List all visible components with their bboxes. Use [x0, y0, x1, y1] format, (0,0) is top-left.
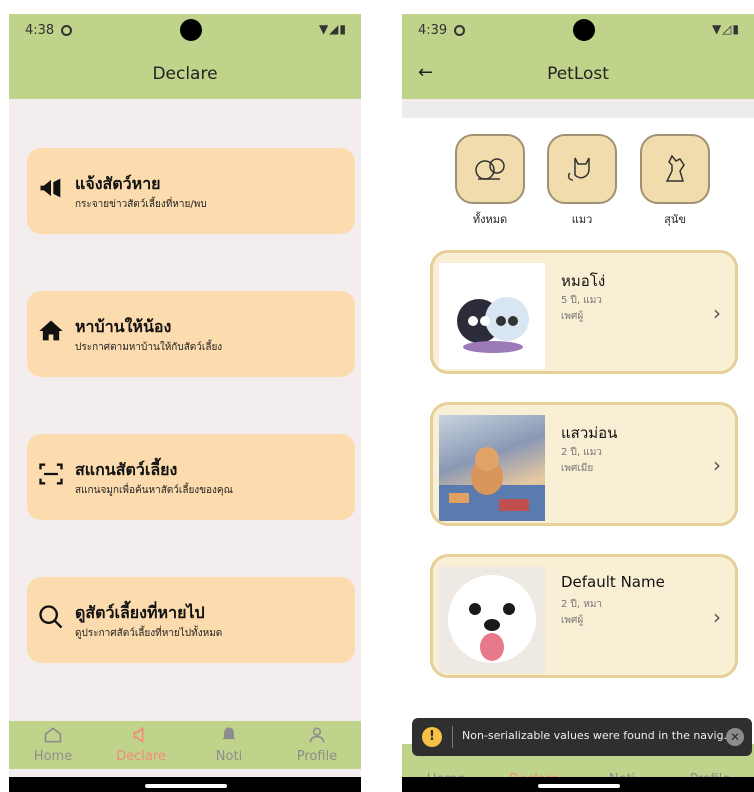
pet-age-type: 2 ปี, หมา [561, 599, 603, 610]
find-home-card[interactable]: หาบ้านให้น้อง ประกาศตามหาบ้านให้กับสัตว์… [27, 291, 355, 377]
menu-title: สแกนสัตว์เลี้ยง [75, 460, 178, 479]
pet-photo [439, 263, 545, 369]
scan-icon [39, 463, 63, 485]
filter-dog[interactable]: สุนัข [640, 134, 710, 228]
nav-declare[interactable]: Declare [97, 721, 185, 769]
nav-label: Noti [215, 749, 243, 764]
filter-button[interactable] [547, 134, 617, 204]
pet-name: หมอโง่ [561, 272, 606, 290]
menu-subtitle: กระจายข่าวสัตว์เลี้ยงที่หาย/พบ [75, 199, 207, 210]
status-time: 4:39 [418, 23, 448, 38]
pet-meta: 5 ปี, แมว เพศผู้ [561, 293, 602, 325]
chevron-right-icon: › [713, 453, 721, 477]
home-outline-icon [44, 727, 62, 743]
scan-pet-card[interactable]: สแกนสัตว์เลี้ยง สแกนจมูกเพื่อค้นหาสัตว์เ… [27, 434, 355, 520]
all-pets-icon [475, 158, 505, 180]
pet-sex: เพศเมีย [561, 463, 594, 474]
filter-label: สุนัข [664, 213, 686, 226]
pet-age-type: 2 ปี, แมว [561, 447, 602, 458]
nav-label: Home [33, 749, 73, 764]
page-title: PetLost [547, 64, 609, 84]
menu-title: หาบ้านให้น้อง [75, 317, 172, 336]
petlost-screen: 4:39 ▼◿▮ ← PetLost ทั้งหมด แมว สุนัข หมอ… [402, 14, 754, 792]
pet-age-type: 5 ปี, แมว [561, 295, 602, 306]
pet-sex: เพศผู้ [561, 311, 584, 322]
home-gesture-pill[interactable] [538, 784, 620, 788]
dog-icon [665, 154, 685, 182]
pet-name: แสวม่อน [561, 424, 618, 442]
page-title: Declare [152, 64, 218, 84]
filter-button[interactable] [455, 134, 525, 204]
bell-icon [222, 727, 236, 741]
pet-name: Default Name [561, 573, 665, 591]
pet-photo [439, 415, 545, 521]
pet-photo [439, 567, 545, 673]
home-icon [39, 320, 63, 341]
system-nav-bar [9, 777, 361, 792]
cat-icon [567, 157, 590, 181]
menu-subtitle: สแกนจมูกเพื่อค้นหาสัตว์เลี้ยงของคุณ [75, 485, 233, 496]
chevron-right-icon: › [713, 605, 721, 629]
pet-meta: 2 ปี, หมา เพศผู้ [561, 597, 602, 629]
profile-icon [309, 727, 325, 743]
menu-title: แจ้งสัตว์หาย [75, 174, 161, 193]
pet-card[interactable]: หมอโง่ 5 ปี, แมว เพศผู้ › [430, 250, 738, 374]
chevron-right-icon: › [713, 301, 721, 325]
alarm-icon [454, 25, 465, 36]
bottom-nav: Home Declare Noti Profile [9, 721, 361, 769]
nav-label: Profile [296, 749, 338, 764]
nav-home[interactable]: Home [9, 721, 97, 769]
report-lost-card[interactable]: แจ้งสัตว์หาย กระจายข่าวสัตว์เลี้ยงที่หาย… [27, 148, 355, 234]
system-nav-bar [402, 777, 754, 792]
pet-card[interactable]: แสวม่อน 2 ปี, แมว เพศเมีย › [430, 402, 738, 526]
nav-noti[interactable]: Noti [185, 721, 273, 769]
filter-all[interactable]: ทั้งหมด [455, 134, 525, 228]
filter-cat[interactable]: แมว [547, 134, 617, 228]
megaphone-icon [40, 178, 61, 198]
toast-divider [452, 726, 453, 748]
close-icon[interactable]: ✕ [726, 728, 744, 746]
status-time: 4:38 [25, 23, 55, 38]
view-lost-card[interactable]: ดูสัตว์เลี้ยงที่หายไป ดูประกาศสัตว์เลี้ย… [27, 577, 355, 663]
app-bar: 4:39 ▼◿▮ ← PetLost [402, 14, 754, 99]
status-icons: ▼◿▮ [711, 22, 740, 36]
content-divider [402, 102, 754, 118]
menu-title: ดูสัตว์เลี้ยงที่หายไป [75, 603, 205, 622]
camera-cutout [180, 19, 202, 41]
filter-label: ทั้งหมด [472, 213, 508, 226]
home-gesture-pill[interactable] [145, 784, 227, 788]
pet-sex: เพศผู้ [561, 615, 584, 626]
menu-subtitle: ดูประกาศสัตว์เลี้ยงที่หายไปทั้งหมด [75, 628, 223, 639]
toast-message: Non-serializable values were found in th… [462, 729, 735, 742]
alarm-icon [61, 25, 72, 36]
app-bar: 4:38 ▼◢▮ Declare [9, 14, 361, 99]
warning-icon: ! [422, 727, 442, 747]
nav-label: Declare [116, 749, 166, 764]
filter-button[interactable] [640, 134, 710, 204]
status-icons: ▼◢▮ [318, 22, 347, 36]
filter-label: แมว [571, 213, 593, 226]
camera-cutout [573, 19, 595, 41]
menu-subtitle: ประกาศตามหาบ้านให้กับสัตว์เลี้ยง [75, 342, 223, 353]
megaphone-outline-icon [133, 726, 144, 744]
nav-profile[interactable]: Profile [273, 721, 361, 769]
declare-screen: 4:38 ▼◢▮ Declare แจ้งสัตว์หาย กระจายข่าว… [9, 14, 361, 792]
pet-meta: 2 ปี, แมว เพศเมีย [561, 445, 602, 477]
pet-card[interactable]: Default Name 2 ปี, หมา เพศผู้ › [430, 554, 738, 678]
search-icon [39, 605, 63, 629]
warning-toast[interactable]: ! Non-serializable values were found in … [412, 718, 752, 756]
